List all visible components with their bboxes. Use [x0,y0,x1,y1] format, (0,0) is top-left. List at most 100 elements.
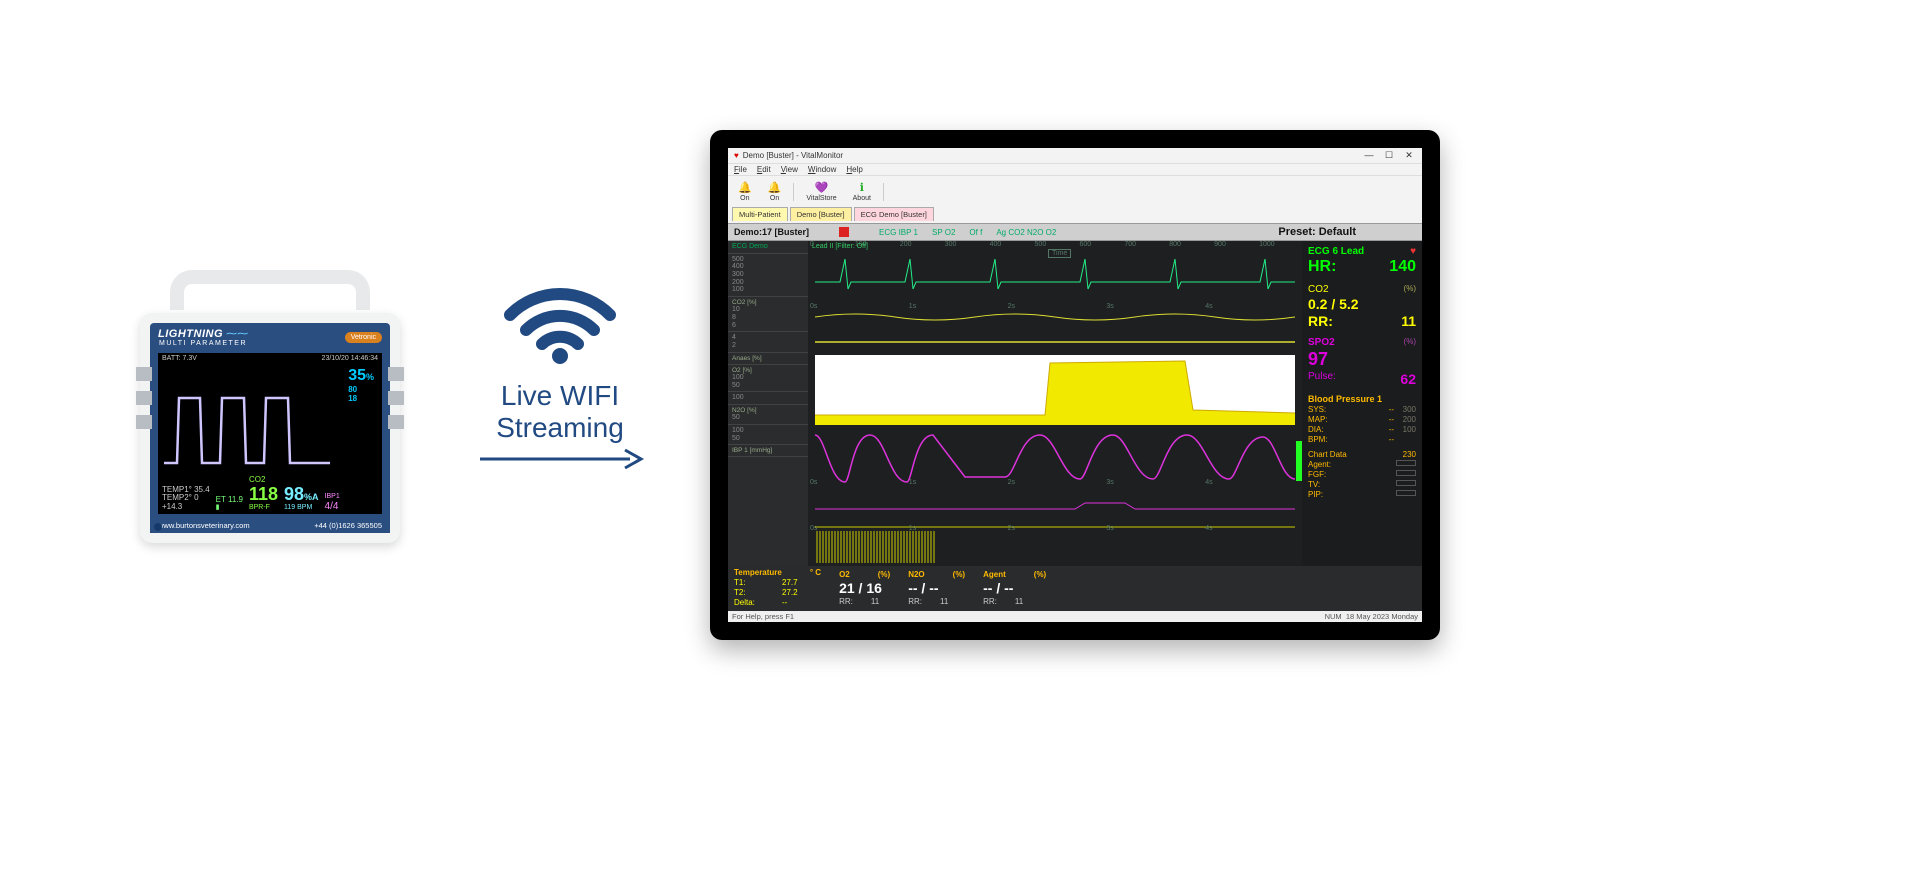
y-axis-labels: ECG Demo500 400 300 200 100CO2 [%]10 8 6… [728,241,808,566]
device-datetime: 23/10/20 14:46:34 [322,355,378,362]
device-side-button[interactable] [388,391,404,405]
bottom-group: Temperature° CT1:27.7T2:27.2Delta:-- [734,568,821,607]
chart-row: PIP: [1308,490,1416,499]
rr-label: RR: [1308,313,1333,329]
device-body: LIGHTNING ⁓⁓ MULTI PARAMETER Vetronic BA… [140,313,400,543]
device-side-button[interactable] [136,415,152,429]
chart-row: FGF: [1308,470,1416,479]
device-percent: 35% 8018 [348,367,374,403]
device-url: www.burtonsveterinary.com [158,521,250,530]
menu-window[interactable]: Window [808,165,836,174]
co2-label: CO2 [1308,284,1329,295]
status-date: 18 May 2023 [1346,612,1389,621]
status-help: For Help, press F1 [732,612,794,621]
y-scale: IBP 1 [mmHg] [728,445,808,457]
tab[interactable]: ECG Demo [Buster] [854,207,934,221]
chartdata-label: Chart Data [1308,450,1347,459]
y-scale: O2 [%]100 50 [728,365,808,393]
menu-view[interactable]: View [781,165,798,174]
ecg-label: ECG 6 Lead [1308,246,1364,257]
y-scale: 100 [728,392,808,405]
status-num: NUM [1325,612,1342,621]
spo2-value: 97 [1308,349,1416,370]
close-button[interactable]: ✕ [1402,150,1416,161]
spo2-value: 98 [284,484,304,504]
hr-label: HR: [1308,258,1336,276]
tab[interactable]: Demo [Buster] [790,207,852,221]
chart-row: TV: [1308,480,1416,489]
app-icon: ♥ [734,151,739,160]
bottom-group: N2O(%)-- / --RR:11 [908,570,965,606]
y-scale: 100 50 [728,425,808,445]
sec-ticks: 0s1s2s3s4s [808,303,1302,310]
bottom-group: O2(%)21 / 16RR:11 [839,570,890,606]
toolbar-on[interactable]: 🔔On [734,179,756,204]
chart-num: 230 [1403,450,1416,459]
menubar[interactable]: File Edit View Window Help [728,163,1422,176]
device-side-button[interactable] [388,367,404,381]
toolbar-vitalstore[interactable]: 💜VitalStore [802,179,840,204]
pulse-label: Pulse: [1308,371,1336,387]
anaes-waveform [808,336,1302,348]
sec-ticks: 0s1s2s3s4s [808,525,1302,532]
channel-badge: Of f [969,228,982,237]
co2-value: 118 [249,485,278,505]
plots: 01002003004005006007008009001000 Lead II… [808,241,1302,566]
toolbar-about[interactable]: ℹAbout [849,179,875,204]
menu-edit[interactable]: Edit [757,165,771,174]
tab[interactable]: Multi-Patient [732,207,788,221]
waveform-area: ECG Demo500 400 300 200 100CO2 [%]10 8 6… [728,241,1422,566]
chart-row: Agent: [1308,460,1416,469]
toolbar: 🔔On 🔔On 💜VitalStore ℹAbout [728,176,1422,207]
spo2-label: SPO2 [1308,337,1335,348]
spo2-sub: 119 BPM [284,504,319,512]
wifi-streaming-label: Live WIFI Streaming [450,270,670,479]
menu-help[interactable]: Help [846,165,862,174]
et: ET 11.9 [216,496,243,505]
toolbar-on[interactable]: 🔔On [764,179,786,204]
window-title: Demo [Buster] - VitalMonitor [743,151,843,160]
channel-badge: ECG IBP 1 [879,228,918,237]
maximize-button[interactable]: ☐ [1382,150,1396,161]
document-tabs[interactable]: Multi-PatientDemo [Buster]ECG Demo [Bust… [728,207,1422,223]
window-titlebar: ♥ Demo [Buster] - VitalMonitor — ☐ ✕ [728,148,1422,163]
bp-row: BPM:-- [1308,435,1416,444]
pulse-value: 62 [1400,371,1416,387]
n2o-waveform [808,497,1302,515]
y-scale: N2O [%]50 [728,405,808,425]
minimize-button[interactable]: — [1362,150,1376,161]
session-infobar: Demo:17 [Buster] ECG IBP 1SP O2Of fAg CO… [728,223,1422,241]
y-scale: 500 400 300 200 100 [728,254,808,297]
device-lcd: BATT: 7.3V 23/10/20 14:46:34 35% 8018 TE… [158,353,382,514]
pulse-bar-icon [1296,441,1302,481]
bp-row: MAP:--200 [1308,415,1416,424]
device-waveform [162,383,332,473]
y-scale: CO2 [%]10 8 6 [728,297,808,332]
device-side-button[interactable] [136,391,152,405]
device-brand: LIGHTNING ⁓⁓ MULTI PARAMETER [158,327,248,347]
device-handle [170,270,370,310]
o2-waveform [808,355,1302,425]
y-scale: 4 2 [728,332,808,352]
preset-label: Preset: Default [1278,226,1356,238]
wifi-icon [500,270,620,365]
status-day: Monday [1391,612,1418,621]
menu-file[interactable]: File [734,165,747,174]
heart-icon: ♥ [1410,246,1416,257]
ibp-label: IBP1 [325,493,340,501]
arrow-right-icon [475,444,645,474]
pc-monitor-frame: ♥ Demo [Buster] - VitalMonitor — ☐ ✕ Fil… [710,130,1440,640]
sec-ticks: 0s1s2s3s4s [808,479,1302,486]
co2-unit: (%) [1404,284,1416,295]
bp-row: DIA:--100 [1308,425,1416,434]
co2-sub: BPR-F [249,504,278,512]
handheld-monitor: LIGHTNING ⁓⁓ MULTI PARAMETER Vetronic BA… [140,270,400,543]
y-scale: Anaes [%] [728,353,808,365]
bp-title: Blood Pressure 1 [1308,394,1416,404]
vendor-badge: Vetronic [345,332,382,343]
y-scale: ECG Demo [728,241,808,254]
rr-value: 11 [1401,313,1416,329]
device-side-button[interactable] [136,367,152,381]
device-side-button[interactable] [388,415,404,429]
ibp-value: 4/4 [325,501,340,512]
